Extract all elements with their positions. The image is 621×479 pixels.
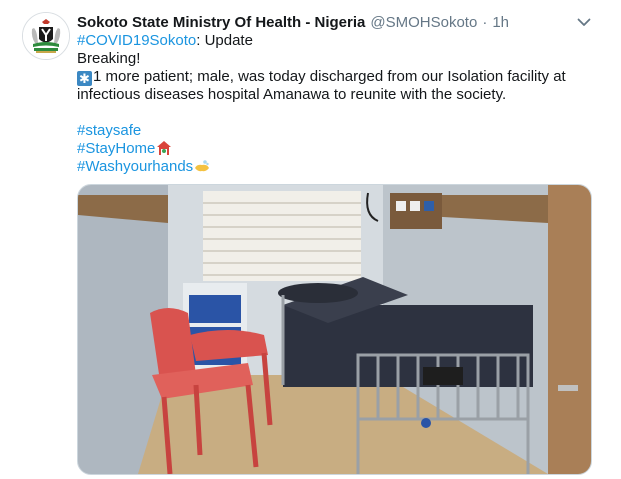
hospital-room-photo xyxy=(78,185,591,474)
separator-dot: · xyxy=(482,13,488,31)
avatar[interactable] xyxy=(22,12,70,60)
display-name[interactable]: Sokoto State Ministry Of Health - Nigeri… xyxy=(77,14,365,31)
soap-hands-emoji-icon xyxy=(195,160,210,172)
hashtag-line-wash: #Washyourhands xyxy=(77,158,597,176)
hashtag-line-staysafe: #staysafe xyxy=(77,122,597,140)
update-text: : Update xyxy=(196,32,253,49)
hashtag-washyourhands[interactable]: #Washyourhands xyxy=(77,158,193,175)
body-line: ✱ 1 more patient; male, was today dischar… xyxy=(77,68,597,104)
body-text: 1 more patient; male, was today discharg… xyxy=(77,68,566,103)
breaking-line: Breaking! xyxy=(77,50,141,67)
coat-of-arms-icon xyxy=(23,13,69,59)
tweet-header: Sokoto State Ministry Of Health - Nigeri… xyxy=(77,12,509,32)
hashtag-stayhome[interactable]: #StayHome xyxy=(77,140,155,157)
hashtag-covid19sokoto[interactable]: #COVID19Sokoto xyxy=(77,32,196,49)
asterisk-emoji-icon: ✱ xyxy=(77,71,92,86)
hashtag-line-stayhome: #StayHome xyxy=(77,140,597,158)
chevron-down-icon xyxy=(577,18,591,26)
update-line: #COVID19Sokoto: Update xyxy=(77,32,597,50)
hashtag-staysafe[interactable]: #staysafe xyxy=(77,122,141,139)
timestamp[interactable]: 1h xyxy=(492,14,509,31)
tweet-card[interactable]: Sokoto State Ministry Of Health - Nigeri… xyxy=(0,0,621,479)
tweet-text: #COVID19Sokoto: Update Breaking! ✱ 1 more… xyxy=(77,32,597,176)
user-handle[interactable]: @SMOHSokoto xyxy=(370,14,477,31)
more-options-button[interactable] xyxy=(573,12,595,32)
house-emoji-icon xyxy=(157,141,172,155)
media-photo[interactable] xyxy=(77,184,592,475)
